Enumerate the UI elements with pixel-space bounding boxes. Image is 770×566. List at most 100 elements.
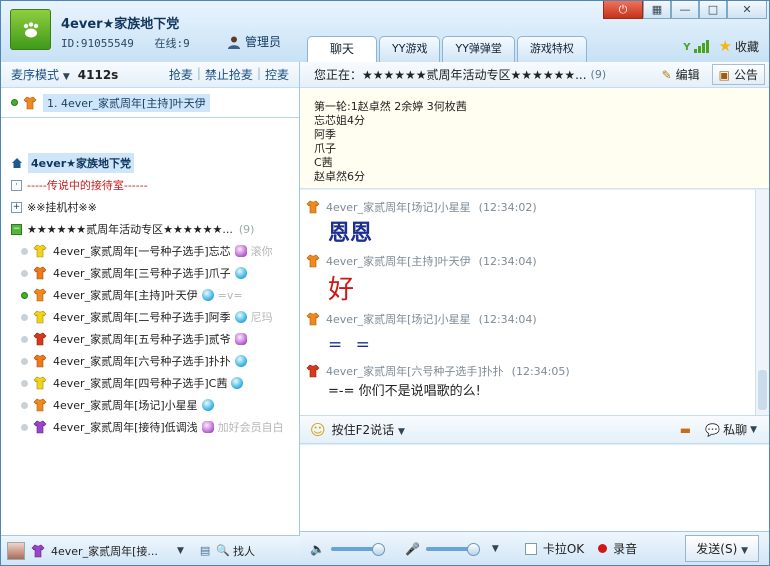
emoji-icon[interactable]: ☺: [310, 421, 326, 439]
message-text: = =: [328, 335, 374, 355]
mic-volume-slider[interactable]: [425, 542, 480, 556]
chevron-down-icon[interactable]: ▼: [492, 544, 499, 554]
channel-title: 4ever★家族地下党: [61, 17, 180, 32]
settings-icon[interactable]: ▤: [200, 544, 210, 557]
mode-dropdown[interactable]: 麦序模式 ▼: [11, 66, 70, 83]
paw-icon: [23, 22, 39, 38]
my-avatar[interactable]: [7, 541, 25, 560]
user-row[interactable]: 4ever_家贰周年[一号种子选手]忘芯 滚你: [1, 240, 299, 262]
tab-chat[interactable]: 聊天: [307, 36, 378, 63]
message-sender[interactable]: 4ever_家贰周年[主持]叶天伊: [326, 253, 471, 269]
message-text: 好: [328, 275, 355, 305]
skin-button[interactable]: ▦: [643, 1, 671, 19]
tab-game-privilege[interactable]: 游戏特权: [516, 36, 587, 62]
user-row[interactable]: 4ever_家贰周年[三号种子选手]爪子: [1, 262, 299, 284]
karaoke-label: 卡拉OK: [542, 542, 585, 556]
karaoke-checkbox[interactable]: [524, 542, 537, 555]
notice-line: 第一轮:1赵卓然 2余婷 3何枚茜: [314, 100, 467, 113]
search-icon: 🔍: [216, 544, 231, 557]
mic-badge-icon: [234, 333, 247, 345]
mic-queue-user: 1. 4ever_家贰周年[主持]叶天伊: [43, 93, 210, 112]
signal-strength-icon: Y: [683, 39, 709, 53]
message-sender[interactable]: 4ever_家贰周年[场记]小星星: [326, 199, 471, 215]
user-row[interactable]: 4ever_家贰周年[主持]叶天伊 =v=: [1, 284, 299, 306]
notice-line: 爪子: [314, 142, 336, 155]
mic-queue-item[interactable]: 1. 4ever_家贰周年[主持]叶天伊: [1, 88, 299, 118]
record-icon[interactable]: [598, 544, 608, 553]
message-header: 4ever_家贰周年[主持]叶天伊 (12:34:04): [306, 252, 769, 270]
close-button[interactable]: ✕: [727, 1, 767, 19]
edit-button[interactable]: ✎ 编辑: [656, 64, 706, 85]
my-username[interactable]: 4ever_家贰周年[接...: [51, 543, 171, 559]
channel-panel: 麦序模式 ▼ 4112s 抢麦 | 禁止抢麦 | 控麦 1. 4ever_家贰周…: [1, 62, 300, 535]
user-row[interactable]: 4ever_家贰周年[二号种子选手]阿季 尼玛: [1, 306, 299, 328]
favorite-button[interactable]: ★ 收藏: [719, 37, 759, 55]
chat-scrollbar[interactable]: [755, 190, 769, 415]
notice-line: 忘芯姐4分: [314, 114, 365, 127]
gem-badge-icon: [234, 355, 247, 367]
purple-shirt-icon: [33, 420, 47, 434]
shirt-icon: ▦: [651, 3, 663, 16]
channel-logo[interactable]: [10, 9, 51, 50]
power-button[interactable]: ⏻: [603, 1, 643, 19]
send-button[interactable]: 发送(S) ▼: [685, 535, 759, 562]
channel-reception[interactable]: · -----传说中的接待室------: [1, 174, 299, 196]
notice-line: C茜: [314, 156, 333, 169]
current-channel-bar: 您正在：★★★★★★贰周年活动专区★★★★★★... (9) ✎ 编辑 ▣ 公告: [300, 62, 769, 88]
channel-anniversary[interactable]: − ★★★★★★贰周年活动专区★★★★★★... (9): [1, 218, 299, 240]
current-channel-count: (9): [590, 68, 607, 81]
message-input[interactable]: [300, 445, 769, 531]
channel-afk[interactable]: + ※※挂机村※※: [1, 196, 299, 218]
orange-shirt-icon: [33, 354, 47, 368]
edit-icon: ✎: [661, 67, 672, 82]
push-to-talk-button[interactable]: 按住F2说话 ▼: [332, 421, 405, 438]
channel-id-line: ID:91055549 在线:9: [61, 35, 204, 51]
speaker-icon[interactable]: 🔈: [310, 542, 325, 556]
chat-panel: 您正在：★★★★★★贰周年活动专区★★★★★★... (9) ✎ 编辑 ▣ 公告…: [300, 62, 769, 565]
scrollbar-thumb[interactable]: [758, 370, 767, 410]
tab-yy-ddt[interactable]: YY弹弹堂: [442, 36, 515, 62]
chevron-down-icon: ▼: [398, 427, 405, 437]
private-chat-button[interactable]: 💬 私聊 ▼: [705, 421, 757, 438]
notice-button[interactable]: ▣ 公告: [711, 64, 765, 85]
status-dropdown-icon[interactable]: ▼: [177, 546, 184, 556]
tree-root[interactable]: 4ever★家族地下党: [1, 152, 299, 174]
minimize-button[interactable]: —: [671, 1, 699, 19]
role-indicator[interactable]: 管理员: [227, 33, 281, 50]
chat-log[interactable]: 4ever_家贰周年[场记]小星星 (12:34:02) 恩恩 4ever_家贰…: [300, 190, 769, 416]
maximize-button[interactable]: □: [699, 1, 727, 19]
message-sender[interactable]: 4ever_家贰周年[六号种子选手]扑扑: [326, 363, 504, 379]
tab-yy-games[interactable]: YY游戏: [379, 36, 441, 62]
input-toolbar: ☺ 按住F2说话 ▼ ▬ 💬 私聊 ▼: [300, 416, 769, 444]
user-row[interactable]: 4ever_家贰周年[六号种子选手]扑扑: [1, 350, 299, 372]
user-row[interactable]: 4ever_家贰周年[四号种子选手]C茜: [1, 372, 299, 394]
chevron-down-icon: ▼: [750, 424, 757, 435]
message-time: (12:34:04): [478, 312, 537, 326]
mic-icon[interactable]: 🎤: [405, 542, 420, 556]
user-row[interactable]: 4ever_家贰周年[五号种子选手]贰爷: [1, 328, 299, 350]
speaker-volume-slider[interactable]: [330, 542, 385, 556]
message-sender[interactable]: 4ever_家贰周年[场记]小星星: [326, 311, 471, 327]
chevron-down-icon: ▼: [62, 72, 70, 82]
mic-timer: 4112s: [77, 67, 119, 82]
gem-badge-icon: [231, 377, 244, 389]
grab-mic-link[interactable]: 抢麦: [169, 66, 193, 83]
mic-badge-icon: [201, 421, 214, 433]
user-row[interactable]: 4ever_家贰周年[接待]低调浅 加好会员自白: [1, 416, 299, 438]
user-row[interactable]: 4ever_家贰周年[场记]小星星: [1, 394, 299, 416]
toolbox-icon[interactable]: ▬: [680, 423, 691, 437]
orange-shirt-icon: [33, 266, 47, 280]
gem-badge-icon: [201, 289, 214, 301]
forbid-grab-mic-link[interactable]: 禁止抢麦: [205, 66, 253, 83]
find-user-button[interactable]: 🔍 找人: [216, 543, 255, 559]
notice-actions: ✎ 编辑 ▣ 公告: [656, 64, 765, 85]
gem-badge-icon: [201, 399, 214, 411]
orange-shirt-icon: [33, 398, 47, 412]
yellow-shirt-icon: [33, 244, 47, 258]
control-mic-link[interactable]: 控麦: [265, 66, 289, 83]
mic-actions: 抢麦 | 禁止抢麦 | 控麦: [168, 66, 289, 83]
current-channel: 您正在：★★★★★★贰周年活动专区★★★★★★...: [314, 68, 587, 82]
record-label[interactable]: 录音: [613, 540, 637, 557]
notice-line: 赵卓然6分: [314, 170, 365, 183]
gem-badge-icon: [234, 267, 247, 279]
